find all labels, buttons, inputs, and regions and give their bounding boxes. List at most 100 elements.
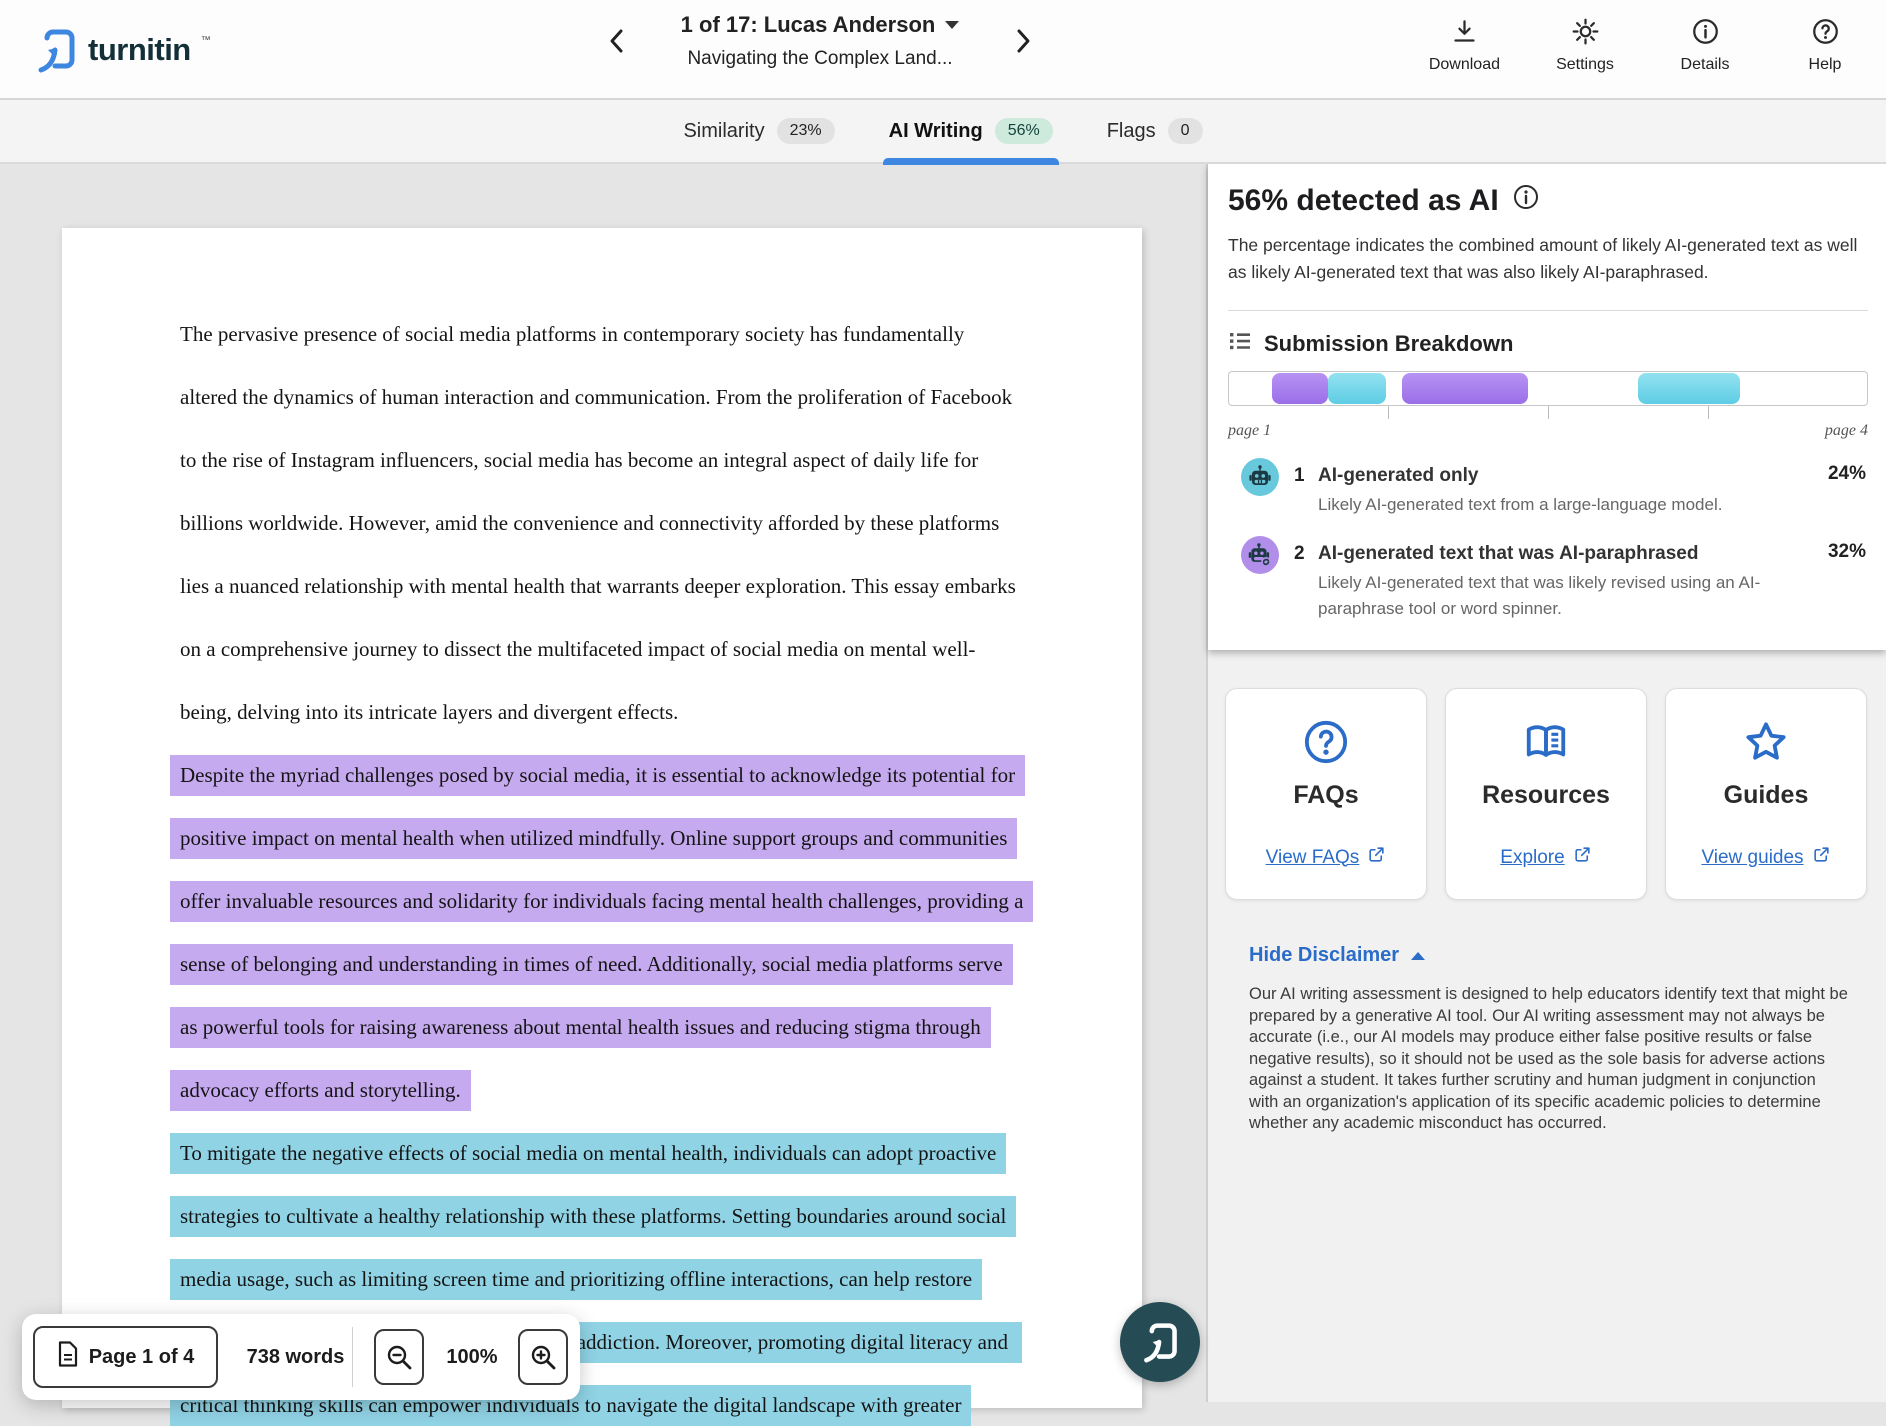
info-circle-icon [1692,18,1719,50]
breakdown-segment-cyan[interactable] [1328,373,1386,404]
faqs-card: FAQsView FAQs [1225,688,1427,900]
submission-navigator: 1 of 17: Lucas Anderson Navigating the C… [600,12,1040,70]
document-line-text: billions worldwide. However, amid the co… [170,503,1009,544]
legend-percentage: 32% [1828,541,1866,563]
card-link-label: View FAQs [1266,847,1360,869]
card-link-label: View guides [1701,847,1803,869]
document-line[interactable]: advocacy efforts and storytelling. [170,1070,471,1111]
document-line-text: on a comprehensive journey to dissect th… [170,629,985,670]
action-label: Details [1681,56,1730,74]
help-button[interactable]: Help [1790,18,1860,74]
divider [352,1327,353,1387]
previous-submission-button[interactable] [600,24,634,58]
download-button[interactable]: Download [1429,18,1500,74]
view-guides-link[interactable]: View guides [1666,845,1866,870]
ai-detected-description: The percentage indicates the combined am… [1228,232,1870,286]
ai-detected-heading: 56% detected as AI [1228,184,1499,218]
document-line-text: as powerful tools for raising awareness … [170,1007,991,1048]
tab-badge: 56% [995,118,1053,144]
chevron-up-icon [1411,952,1425,960]
breakdown-tick [1548,406,1549,419]
document-line-text: offer invaluable resources and solidarit… [170,881,1033,922]
document-line-text: advocacy efforts and storytelling. [170,1070,471,1111]
document-line[interactable]: offer invaluable resources and solidarit… [170,881,1033,922]
legend-item-2[interactable]: 2AI-generated text that was AI-paraphras… [1228,536,1866,608]
resource-cards: FAQsView FAQs Resources Explore Guides View … [1225,688,1867,900]
details-button[interactable]: Details [1670,18,1740,74]
ai-writing-panel: 56% detected as AI The percentage indica… [1206,164,1886,1402]
view-faqs-link[interactable]: View FAQs [1226,845,1426,870]
app-header: turnitin ™ 1 of 17: Lucas Anderson Navig… [0,0,1886,100]
zoom-in-button[interactable] [518,1329,568,1385]
tab-badge: 0 [1168,118,1203,144]
turnitin-fab-button[interactable] [1120,1302,1200,1382]
resources-card: Resources Explore [1445,688,1647,900]
page-indicator-button[interactable]: Page 1 of 4 [33,1326,218,1388]
turnitin-logo-icon [34,26,78,74]
breakdown-segment-purple[interactable] [1272,373,1328,404]
explore-link[interactable]: Explore [1446,845,1646,870]
legend-item-1[interactable]: 1AI-generated onlyLikely AI-generated te… [1228,458,1866,530]
tab-label: AI Writing [889,120,983,143]
info-icon[interactable] [1513,184,1539,218]
card-title: Resources [1446,781,1646,810]
viewer-toolbar: Page 1 of 4 738 words 100% [22,1314,580,1400]
external-link-icon [1573,845,1592,870]
document-line[interactable]: positive impact on mental health when ut… [170,818,1017,859]
logo-wordmark: turnitin [88,32,191,68]
external-link-icon [1367,845,1386,870]
robot-icon [1241,458,1279,496]
card-link-label: Explore [1500,847,1564,869]
page-indicator-label: Page 1 of 4 [89,1346,195,1369]
gear-icon [1572,18,1599,50]
document-line: on a comprehensive journey to dissect th… [170,629,985,670]
document-line[interactable]: To mitigate the negative effects of soci… [170,1133,1006,1174]
legend-number: 1 [1294,465,1305,487]
external-link-icon [1812,845,1831,870]
document-line: altered the dynamics of human interactio… [170,377,1022,418]
zoom-out-button[interactable] [374,1329,424,1385]
document-line-text: to the rise of Instagram influencers, so… [170,440,988,481]
turnitin-logo: turnitin ™ [34,26,211,74]
tab-similarity[interactable]: Similarity23% [679,99,838,163]
tab-flags[interactable]: Flags0 [1103,99,1207,163]
document-line-text: Despite the myriad challenges posed by s… [170,755,1025,796]
divider [1228,310,1868,311]
next-submission-button[interactable] [1006,24,1040,58]
list-icon [1228,329,1252,359]
guides-card: Guides View guides [1665,688,1867,900]
settings-button[interactable]: Settings [1550,18,1620,74]
document-line-text: altered the dynamics of human interactio… [170,377,1022,418]
tab-ai-writing[interactable]: AI Writing 56% [885,99,1057,163]
breakdown-tick [1388,406,1389,419]
ai-summary-section: 56% detected as AI The percentage indica… [1208,164,1886,650]
document-line[interactable]: strategies to cultivate a healthy relati… [170,1196,1016,1237]
document-line[interactable]: sense of belonging and understanding in … [170,944,1013,985]
document-line[interactable]: media usage, such as limiting screen tim… [170,1259,982,1300]
document-line-text: The pervasive presence of social media p… [170,314,974,355]
submission-position-label: 1 of 17: Lucas Anderson [681,12,936,38]
document-line-text: strategies to cultivate a healthy relati… [170,1196,1016,1237]
breakdown-segment-purple[interactable] [1402,373,1528,404]
document-line: to the rise of Instagram influencers, so… [170,440,988,481]
submission-selector[interactable]: 1 of 17: Lucas Anderson [681,12,960,38]
tab-label: Similarity [683,120,764,143]
breakdown-segment-cyan[interactable] [1638,373,1740,404]
page-end-label: page 4 [1825,422,1868,440]
legend-number: 2 [1294,543,1305,565]
document-line: billions worldwide. However, amid the co… [170,503,1009,544]
document-line: The pervasive presence of social media p… [170,314,974,355]
header-actions: Download Settings Details Help [1429,18,1860,74]
logo-trademark: ™ [201,35,211,46]
document-line: lies a nuanced relationship with mental … [170,566,1026,607]
active-tab-underline [883,158,1059,165]
turnitin-mark-icon [1140,1320,1180,1364]
breakdown-bar [1228,371,1868,406]
tab-bar-tabs: Similarity23% AI Writing 56% Flags0 [0,100,1886,164]
hide-disclaimer-toggle[interactable]: Hide Disclaimer [1249,944,1425,967]
document-line[interactable]: as powerful tools for raising awareness … [170,1007,991,1048]
document-line[interactable]: Despite the myriad challenges posed by s… [170,755,1025,796]
zoom-out-icon [385,1343,413,1371]
zoom-in-icon [529,1343,557,1371]
card-title: Guides [1666,781,1866,810]
